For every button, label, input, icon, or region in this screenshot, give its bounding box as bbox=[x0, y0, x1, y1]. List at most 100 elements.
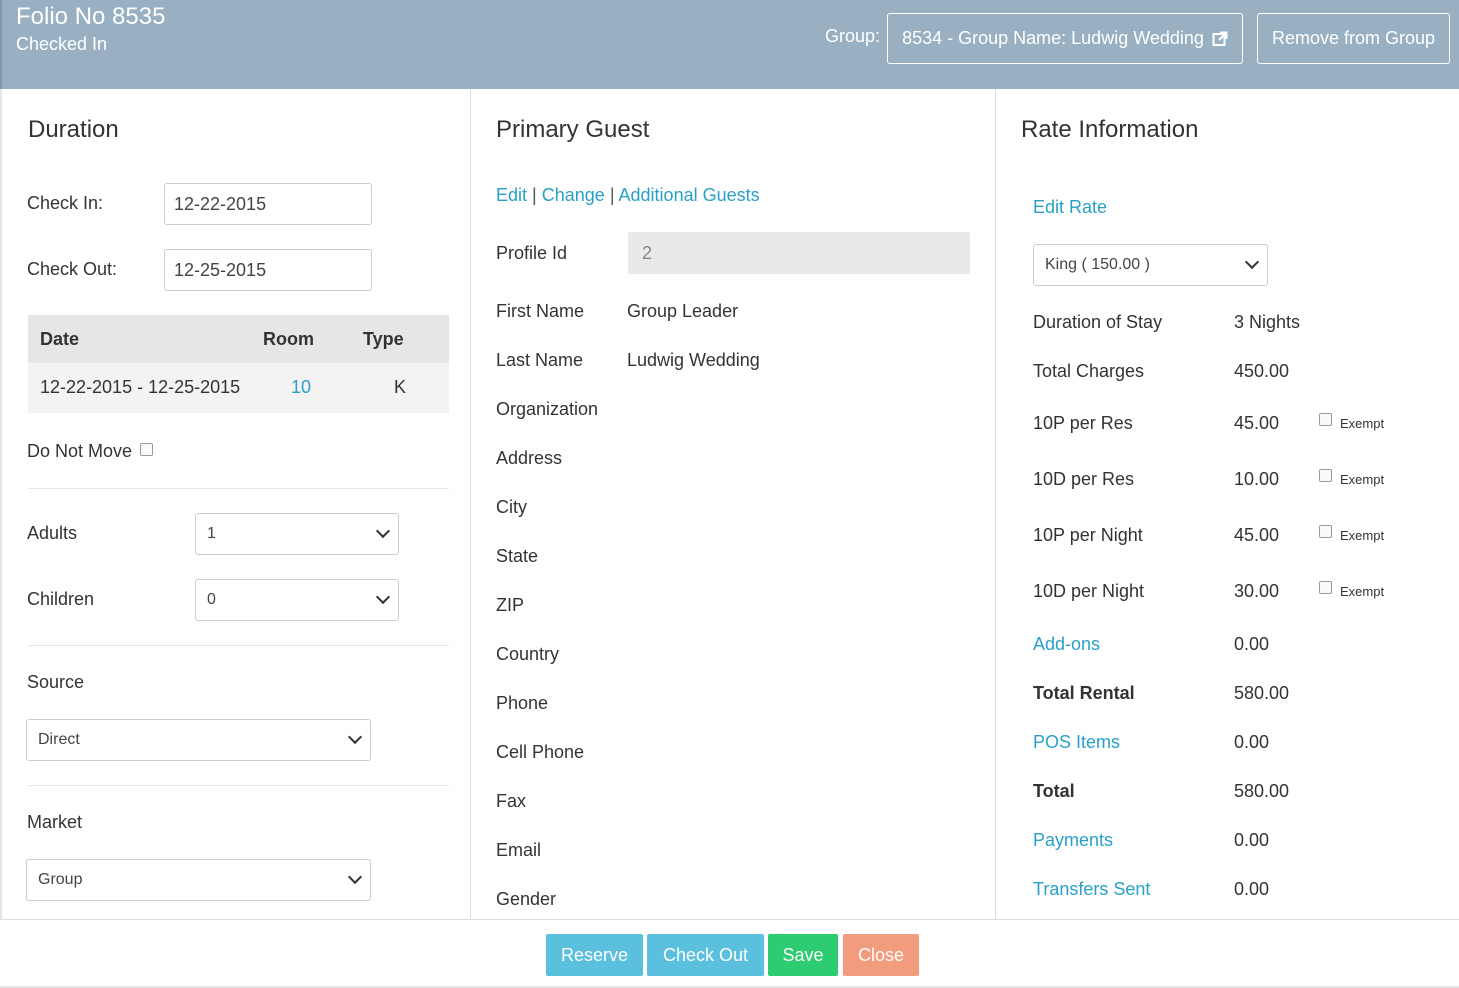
market-value: Group bbox=[38, 871, 83, 888]
adults-select[interactable]: 1 bbox=[195, 513, 399, 555]
folio-title: Folio No 8535 bbox=[16, 3, 166, 30]
organization-label: Organization bbox=[496, 399, 599, 419]
zip-label: ZIP bbox=[496, 595, 525, 615]
rate-information-title: Rate Information bbox=[1021, 116, 1199, 143]
total-label: Total bbox=[1033, 781, 1075, 801]
rate-select[interactable]: King ( 150.00 ) bbox=[1033, 244, 1268, 286]
first-name-label: First Name bbox=[496, 301, 585, 321]
market-label: Market bbox=[27, 812, 83, 832]
transfers-sent-value: 0.00 bbox=[1234, 879, 1270, 899]
tax-label: 10P per Night bbox=[1033, 525, 1143, 545]
tax-label: 10P per Res bbox=[1033, 413, 1133, 433]
children-label: Children bbox=[27, 589, 95, 609]
exempt-checkbox[interactable] bbox=[1319, 525, 1332, 538]
chevron-down-icon bbox=[347, 869, 363, 885]
external-link-icon bbox=[1212, 31, 1228, 46]
row-room-link[interactable]: 10 bbox=[291, 377, 311, 398]
adults-label: Adults bbox=[27, 523, 78, 543]
row-room-type: K bbox=[394, 377, 407, 397]
edit-rate-link[interactable]: Edit Rate bbox=[1033, 197, 1107, 218]
address-label: Address bbox=[496, 448, 563, 468]
last-name-label: Last Name bbox=[496, 350, 584, 370]
total-value: 580.00 bbox=[1234, 781, 1290, 801]
check-out-button[interactable]: Check Out bbox=[647, 934, 764, 976]
change-guest-link[interactable]: Change bbox=[542, 185, 605, 205]
check-out-input[interactable]: 12-25-2015 bbox=[164, 249, 372, 291]
exempt-label: Exempt bbox=[1340, 528, 1385, 543]
link-separator: | bbox=[609, 185, 615, 205]
duration-title: Duration bbox=[28, 116, 119, 143]
edit-guest-link[interactable]: Edit bbox=[496, 185, 527, 205]
pos-items-value: 0.00 bbox=[1234, 732, 1270, 752]
gender-label: Gender bbox=[496, 889, 557, 909]
city-label: City bbox=[496, 497, 527, 517]
state-label: State bbox=[496, 546, 539, 566]
room-date-table: Date Room Type 12-22-2015 - 12-25-2015 1… bbox=[28, 315, 449, 413]
duration-of-stay-label: Duration of Stay bbox=[1033, 312, 1163, 332]
exempt-label: Exempt bbox=[1340, 584, 1385, 599]
profile-id-field: 2 bbox=[628, 232, 970, 274]
tax-label: 10D per Res bbox=[1033, 469, 1135, 489]
market-select[interactable]: Group bbox=[26, 859, 371, 901]
payments-link[interactable]: Payments bbox=[1033, 830, 1113, 851]
do-not-move-checkbox[interactable] bbox=[140, 443, 153, 456]
additional-guests-link[interactable]: Additional Guests bbox=[619, 185, 760, 205]
group-link-button[interactable]: 8534 - Group Name: Ludwig Wedding bbox=[887, 13, 1243, 64]
column-header-room: Room bbox=[263, 329, 314, 349]
check-out-label: Check Out: bbox=[27, 259, 118, 279]
first-name-value: Group Leader bbox=[627, 301, 739, 321]
remove-from-group-button[interactable]: Remove from Group bbox=[1257, 13, 1450, 64]
exempt-checkbox[interactable] bbox=[1319, 469, 1332, 482]
payments-value: 0.00 bbox=[1234, 830, 1270, 850]
group-link-label: 8534 - Group Name: Ludwig Wedding bbox=[902, 28, 1204, 48]
footer-actions: Reserve Check Out Save Close bbox=[0, 919, 1459, 988]
rate-select-value: King ( 150.00 ) bbox=[1045, 256, 1150, 273]
close-button[interactable]: Close bbox=[843, 934, 919, 976]
phone-label: Phone bbox=[496, 693, 549, 713]
tax-value: 45.00 bbox=[1234, 525, 1280, 545]
fax-label: Fax bbox=[496, 791, 527, 811]
exempt-checkbox[interactable] bbox=[1319, 581, 1332, 594]
group-label: Group: bbox=[825, 26, 881, 46]
rate-information-panel: Rate Information Edit Rate King ( 150.00… bbox=[996, 89, 1459, 919]
total-rental-label: Total Rental bbox=[1033, 683, 1135, 703]
chevron-down-icon bbox=[375, 589, 391, 605]
adults-value: 1 bbox=[207, 525, 216, 542]
check-in-label: Check In: bbox=[27, 193, 104, 213]
do-not-move-label: Do Not Move bbox=[27, 441, 133, 461]
total-charges-label: Total Charges bbox=[1033, 361, 1145, 381]
total-charges-value: 450.00 bbox=[1234, 361, 1290, 381]
primary-guest-panel: Primary Guest Edit | Change | Additional… bbox=[471, 89, 996, 919]
tax-value: 10.00 bbox=[1234, 469, 1280, 489]
column-header-type: Type bbox=[363, 329, 404, 349]
link-separator: | bbox=[532, 185, 537, 205]
children-select[interactable]: 0 bbox=[195, 579, 399, 621]
reserve-button[interactable]: Reserve bbox=[546, 934, 643, 976]
chevron-down-icon bbox=[1244, 254, 1260, 270]
email-label: Email bbox=[496, 840, 542, 860]
transfers-sent-link[interactable]: Transfers Sent bbox=[1033, 879, 1150, 900]
table-row: 12-22-2015 - 12-25-2015 10 K bbox=[28, 363, 449, 413]
primary-guest-title: Primary Guest bbox=[496, 116, 650, 143]
add-ons-link[interactable]: Add-ons bbox=[1033, 634, 1100, 655]
check-in-input[interactable]: 12-22-2015 bbox=[164, 183, 372, 225]
country-label: Country bbox=[496, 644, 560, 664]
folio-status: Checked In bbox=[16, 34, 108, 54]
save-button[interactable]: Save bbox=[768, 934, 838, 976]
folio-header: Folio No 8535 Checked In Group: 8534 - G… bbox=[0, 0, 1459, 89]
duration-panel: Duration Check In: 12-22-2015 Check Out:… bbox=[0, 89, 471, 919]
source-select[interactable]: Direct bbox=[26, 719, 371, 761]
tax-label: 10D per Night bbox=[1033, 581, 1145, 601]
source-value: Direct bbox=[38, 731, 80, 748]
tax-value: 45.00 bbox=[1234, 413, 1280, 433]
chevron-down-icon bbox=[347, 729, 363, 745]
row-date-range: 12-22-2015 - 12-25-2015 bbox=[40, 377, 241, 397]
pos-items-link[interactable]: POS Items bbox=[1033, 732, 1120, 753]
children-value: 0 bbox=[207, 591, 216, 608]
divider bbox=[28, 488, 449, 489]
tax-value: 30.00 bbox=[1234, 581, 1280, 601]
exempt-checkbox[interactable] bbox=[1319, 413, 1332, 426]
cell-phone-label: Cell Phone bbox=[496, 742, 585, 762]
exempt-label: Exempt bbox=[1340, 416, 1385, 431]
column-header-date: Date bbox=[40, 329, 80, 349]
